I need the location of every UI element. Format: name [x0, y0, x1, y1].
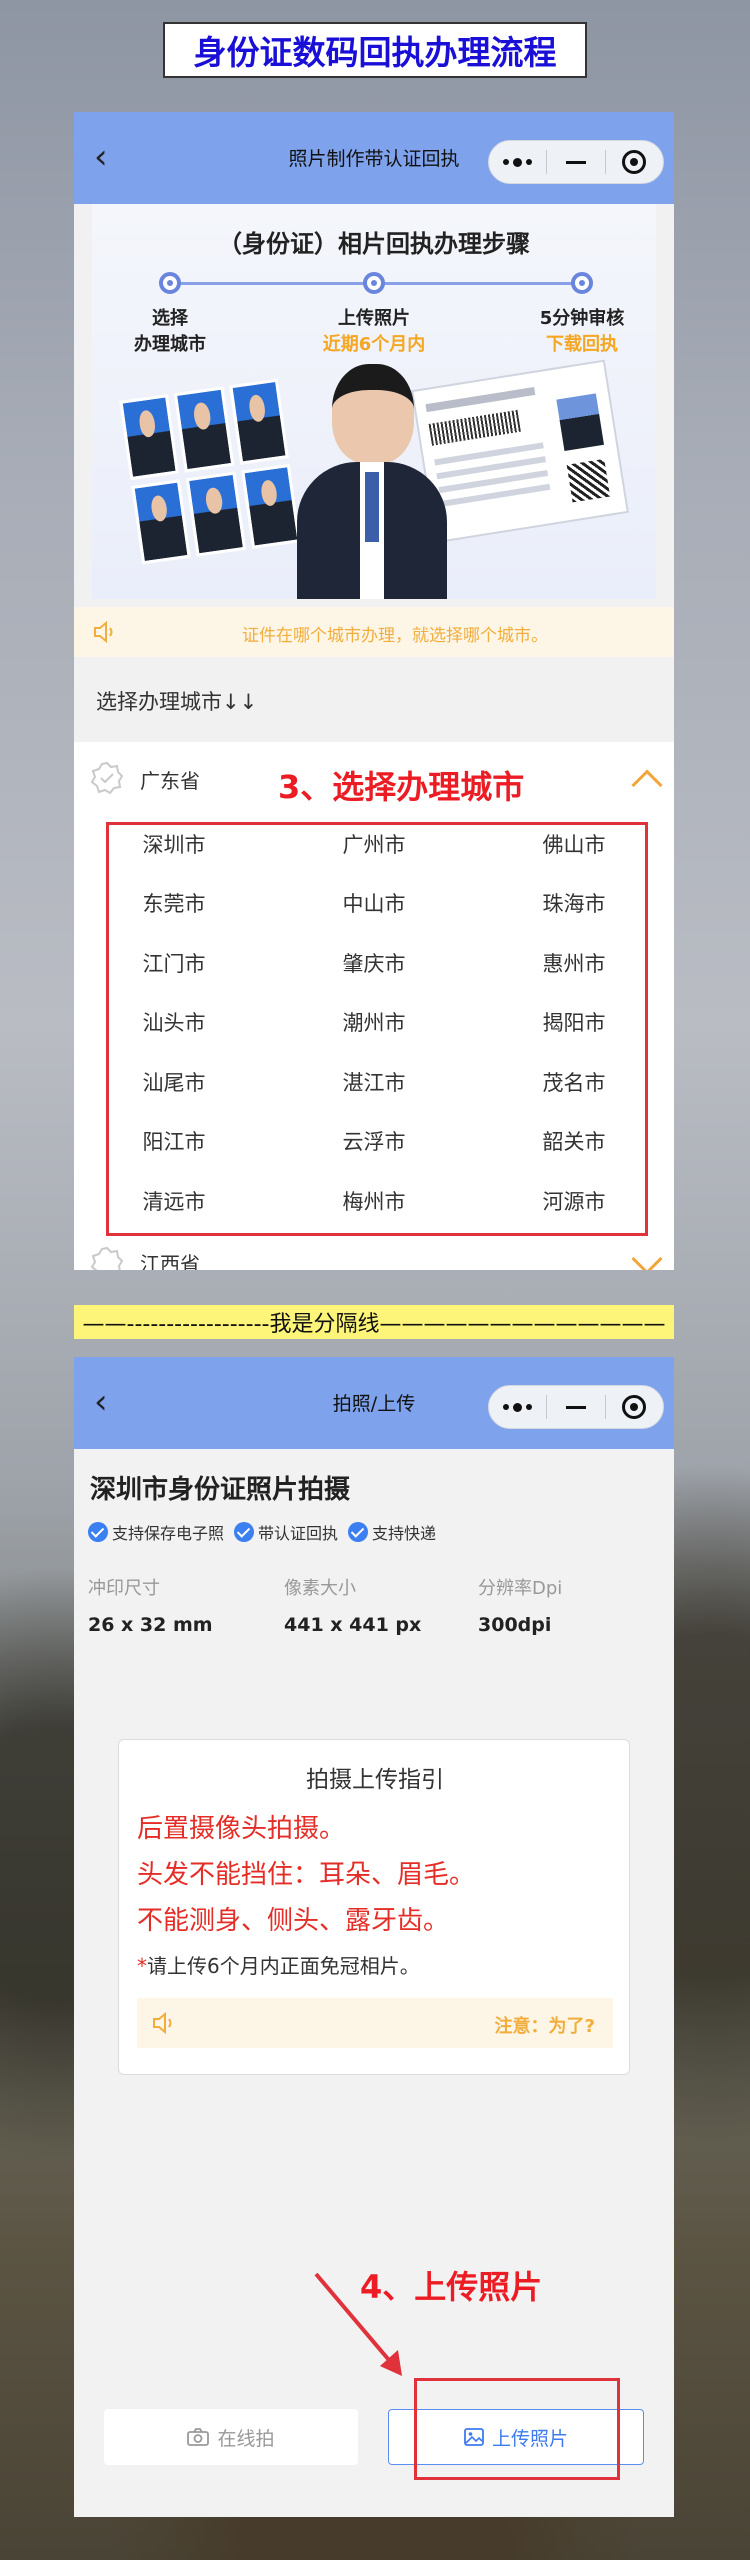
more-dots-icon[interactable]: [489, 141, 546, 183]
id-photo-sheet-image: [119, 378, 301, 565]
steps-banner: （身份证）相片回执办理步骤 选择 办理城市 上传照片 近期6个月内 5分钟审核 …: [92, 204, 656, 599]
feature-chips: 支持保存电子照 带认证回执 支持快递: [88, 1520, 436, 1544]
step-3-text: 5分钟审核 下载回执: [539, 308, 625, 355]
spec-pixel-size: 像素大小 441 x 441 px: [284, 1578, 422, 1636]
badge-check-icon: [90, 761, 124, 795]
navbar: ‹ 照片制作带认证回执: [74, 112, 674, 204]
minimize-icon[interactable]: [547, 141, 604, 183]
close-target-icon[interactable]: [606, 141, 663, 183]
guide-line-3: 不能测身、侧头、露牙齿。: [137, 1906, 450, 1936]
photo-spec-title: 深圳市身份证照片拍摄: [90, 1475, 351, 1505]
speaker-icon: [94, 620, 113, 644]
step-1-text: 选择 办理城市: [134, 308, 206, 355]
guide-title: 拍摄上传指引: [306, 1767, 444, 1793]
mini-program-capsule: [488, 1385, 664, 1429]
person-portrait-image: [297, 364, 447, 599]
spec-dpi: 分辨率Dpi 300dpi: [478, 1578, 563, 1636]
check-circle-icon: [348, 1522, 369, 1542]
steps-title: （身份证）相片回执办理步骤: [218, 230, 530, 258]
annotation-arrow-icon: [314, 2272, 402, 2376]
navbar: ‹ 拍照/上传: [74, 1357, 674, 1449]
annotation-step-3: 3、选择办理城市: [278, 768, 525, 806]
feature-chip: 带认证回执: [234, 1520, 338, 1544]
divider-strip: ——------------------我是分隔线—————————————: [74, 1305, 674, 1339]
guide-line-2: 头发不能挡住：耳朵、眉毛。: [137, 1860, 476, 1890]
camera-icon: [187, 2428, 210, 2446]
speaker-icon: [153, 2011, 172, 2035]
feature-chip: 支持快递: [348, 1520, 436, 1544]
notice-text: 证件在哪个城市办理，就选择哪个城市。: [242, 626, 548, 646]
check-circle-icon: [88, 1522, 108, 1542]
province-row-jiangxi[interactable]: 江西省: [74, 1240, 674, 1270]
section-label: 选择办理城市↓↓: [96, 690, 258, 714]
step-dot-1: [159, 272, 181, 294]
feature-chip: 支持保存电子照: [88, 1520, 224, 1544]
shoot-online-button[interactable]: 在线拍: [104, 2409, 358, 2465]
more-dots-icon[interactable]: [489, 1386, 546, 1428]
highlight-box-upload: [414, 2378, 620, 2480]
province-name: 广东省: [140, 769, 200, 793]
badge-check-icon: [90, 1246, 124, 1270]
highlight-box-cities: [106, 822, 648, 1236]
minimize-icon[interactable]: [547, 1386, 604, 1428]
chevron-up-icon[interactable]: [631, 769, 663, 801]
step-dot-2: [363, 272, 385, 294]
province-name: 江西省: [140, 1252, 200, 1270]
step-dot-3: [571, 272, 593, 294]
page-title: 身份证数码回执办理流程: [163, 22, 587, 78]
mini-program-capsule: [488, 140, 664, 184]
guide-hint: *请上传6个月内正面免冠相片。: [137, 1954, 420, 1978]
guide-line-1: 后置摄像头拍摄。: [137, 1814, 346, 1844]
upload-guide-card: 拍摄上传指引 后置摄像头拍摄。 头发不能挡住：耳朵、眉毛。 不能测身、侧头、露牙…: [118, 1739, 630, 2075]
chevron-down-icon[interactable]: [631, 1243, 663, 1270]
check-circle-icon: [234, 1522, 255, 1542]
step-2-text: 上传照片 近期6个月内: [322, 308, 426, 355]
guide-notice-text: 注意：为了?: [494, 2016, 595, 2037]
close-target-icon[interactable]: [606, 1386, 663, 1428]
spec-print-size: 冲印尺寸 26 x 32 mm: [88, 1578, 213, 1636]
guide-notice-bar: 注意：为了?: [137, 1998, 613, 2048]
notice-bar: 证件在哪个城市办理，就选择哪个城市。: [74, 607, 674, 657]
